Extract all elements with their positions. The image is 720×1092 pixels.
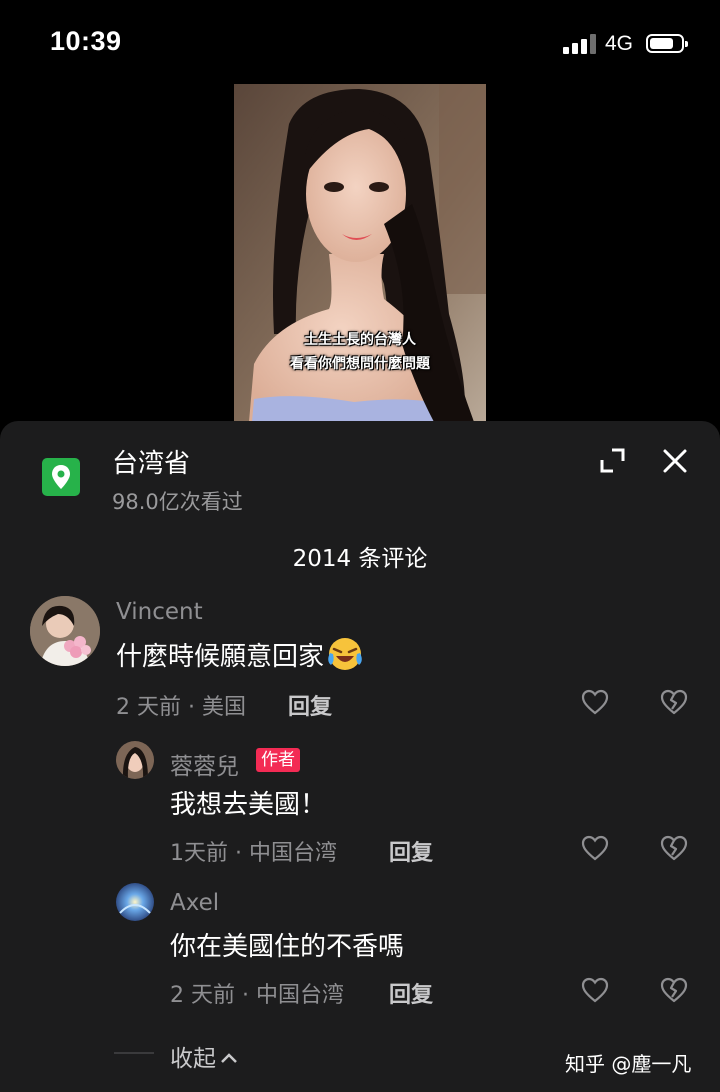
reply-button[interactable]: 回复 <box>389 977 433 1009</box>
comment-meta: 2 天前 · 美国 <box>116 695 246 720</box>
heart-icon[interactable] <box>581 977 609 1003</box>
reply-button[interactable]: 回复 <box>389 835 433 867</box>
avatar[interactable] <box>116 883 154 921</box>
video-caption-line-2: 看看你們想問什麼問題 <box>290 356 430 372</box>
video-player[interactable]: 土生土長的台灣人 看看你們想問什麼問題 <box>234 84 486 422</box>
broken-heart-icon[interactable] <box>660 977 688 1003</box>
location-title[interactable]: 台湾省 <box>112 443 190 480</box>
laughing-crying-emoji-icon <box>328 638 362 670</box>
avatar[interactable] <box>116 741 154 779</box>
expand-icon[interactable] <box>598 446 628 476</box>
watermark: 知乎 @塵一凡 <box>565 1052 692 1076</box>
author-badge: 作者 <box>256 748 300 772</box>
comment-text: 我想去美國！ <box>170 790 327 820</box>
signal-strength-icon <box>563 34 597 54</box>
broken-heart-icon[interactable] <box>660 835 688 861</box>
close-icon[interactable] <box>660 446 690 476</box>
comment-username[interactable]: 蓉蓉兒 <box>170 747 239 781</box>
comment-text: 什麼時候願意回家 <box>116 635 364 673</box>
comment-meta: 1天前 · 中国台湾 <box>170 841 337 866</box>
battery-icon <box>646 34 688 53</box>
heart-icon[interactable] <box>581 835 609 861</box>
status-bar: 10:39 4G <box>0 0 720 84</box>
chevron-up-icon <box>221 1053 237 1063</box>
video-caption-line-1: 土生土長的台灣人 <box>304 332 416 348</box>
broken-heart-icon[interactable] <box>660 689 688 715</box>
location-pin-icon[interactable] <box>42 458 80 496</box>
status-time: 10:39 <box>50 26 122 56</box>
comment-count: 2014 条评论 <box>292 546 428 572</box>
network-type: 4G <box>605 32 634 55</box>
comment-sheet: 台湾省 98.0亿次看过 2014 条评论 Vincent 什麼時候願意回家 2… <box>0 421 720 1092</box>
reply-button[interactable]: 回复 <box>288 689 332 721</box>
comment-text: 你在美國住的不香嗎 <box>170 932 405 962</box>
avatar[interactable] <box>30 596 100 666</box>
collapse-divider <box>114 1052 154 1054</box>
comment-meta: 2 天前 · 中国台湾 <box>170 983 344 1008</box>
collapse-replies-button[interactable]: 收起 <box>170 1039 238 1073</box>
location-view-count: 98.0亿次看过 <box>112 490 243 514</box>
comment-username[interactable]: Vincent <box>116 599 203 625</box>
heart-icon[interactable] <box>581 689 609 715</box>
comment-username[interactable]: Axel <box>170 890 219 916</box>
